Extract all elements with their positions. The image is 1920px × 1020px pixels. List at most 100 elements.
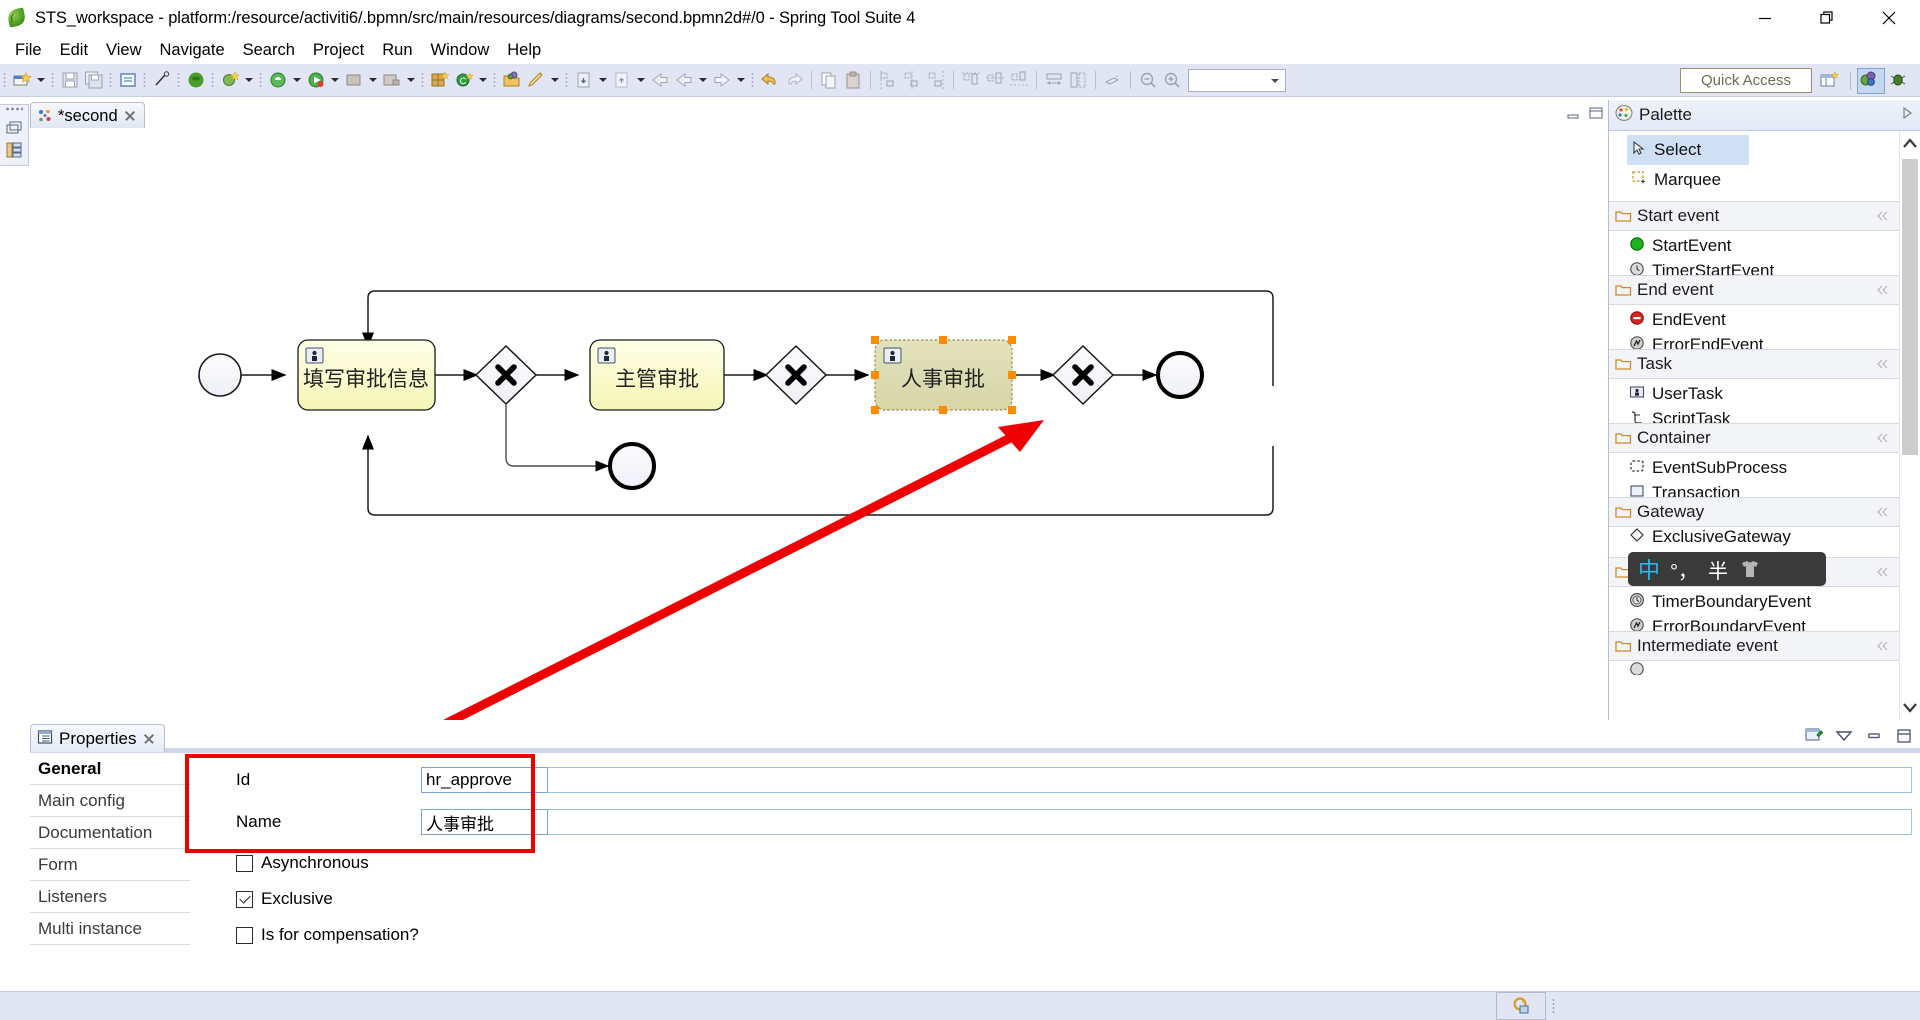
task-supervisor-approval[interactable]: 主管审批	[589, 339, 725, 411]
pin-icon[interactable]	[1102, 69, 1124, 91]
palette-item-endevent[interactable]: EndEvent	[1609, 305, 1900, 335]
zoom-in-icon[interactable]	[1161, 69, 1183, 91]
run-icon[interactable]	[305, 69, 327, 91]
view-menu-icon[interactable]	[1834, 726, 1854, 746]
asynchronous-checkbox[interactable]	[236, 854, 253, 872]
props-tab-form[interactable]: Form	[30, 849, 190, 881]
toolbar-grip-5[interactable]	[176, 71, 182, 89]
props-tab-listeners[interactable]: Listeners	[30, 881, 190, 913]
toolbar-grip-3[interactable]	[108, 71, 114, 89]
edit-dropdown-arrow[interactable]	[548, 69, 562, 91]
perspective-grip[interactable]	[1809, 72, 1815, 90]
link-icon[interactable]	[151, 69, 173, 91]
drawer-pin-icon-3[interactable]	[1876, 357, 1892, 371]
align-left-icon[interactable]	[877, 69, 899, 91]
palette-item-errorboundaryevent[interactable]: ErrorBoundaryEvent	[1609, 617, 1900, 631]
palette-tool-select[interactable]: Select	[1627, 135, 1749, 165]
palette-item-usertask[interactable]: UserTask	[1609, 379, 1900, 409]
toolbar-grip-8[interactable]	[420, 71, 426, 89]
sequence-flow-gw1-to-reject-end[interactable]	[505, 405, 610, 472]
start-event[interactable]	[198, 353, 242, 397]
drawer-pin-icon-4[interactable]	[1876, 431, 1892, 445]
toolbar-grip-9[interactable]	[492, 71, 498, 89]
forward-icon[interactable]	[711, 69, 733, 91]
name-field[interactable]: 人事审批	[421, 809, 548, 835]
toolbar-grip-2[interactable]	[50, 71, 56, 89]
match-width-icon[interactable]	[1043, 69, 1065, 91]
external-tools-icon[interactable]	[381, 69, 403, 91]
toolbar-grip-7[interactable]	[258, 71, 264, 89]
palette-item-intermediate-partial[interactable]	[1609, 661, 1900, 675]
coverage-dropdown-arrow[interactable]	[366, 69, 380, 91]
id-field-extension[interactable]	[548, 767, 1912, 793]
new-dropdown-arrow[interactable]	[34, 69, 48, 91]
back-dropdown-arrow[interactable]	[696, 69, 710, 91]
palette-drawer-gateway[interactable]: Gateway	[1609, 497, 1900, 527]
palette-drawer-intermediate-event[interactable]: Intermediate event	[1609, 631, 1900, 661]
palette-item-timerboundaryevent[interactable]: TimerBoundaryEvent	[1609, 587, 1900, 617]
boot-dashboard-icon[interactable]	[185, 69, 207, 91]
drawer-pin-icon-5[interactable]	[1876, 505, 1892, 519]
gateway-3[interactable]	[1051, 344, 1115, 406]
close-properties-icon[interactable]	[142, 732, 156, 746]
editor-tab-second[interactable]: *second	[30, 102, 145, 129]
palette-tool-marquee[interactable]: Marquee	[1609, 165, 1900, 195]
palette-scrollbar-thumb[interactable]	[1902, 159, 1918, 455]
ime-status-bar[interactable]: 中 °， 半	[1628, 552, 1826, 586]
palette-drawer-start-event[interactable]: Start event	[1609, 201, 1900, 231]
palette-scrollbar[interactable]	[1899, 131, 1920, 720]
palette-drawer-task[interactable]: Task	[1609, 349, 1900, 379]
props-tab-general[interactable]: General	[30, 753, 190, 785]
toolbar-grip-6[interactable]	[210, 71, 216, 89]
menu-help[interactable]: Help	[498, 40, 550, 61]
task-fill-approval-info[interactable]: 填写审批信息	[297, 339, 436, 411]
palette-item-timerstartevent[interactable]: TimerStartEvent	[1609, 261, 1900, 275]
end-event-main[interactable]	[1156, 351, 1204, 399]
run-dropdown-arrow[interactable]	[328, 69, 342, 91]
palette-drawer-end-event[interactable]: End event	[1609, 275, 1900, 305]
maximize-editor-icon[interactable]	[1588, 106, 1604, 120]
new-class-icon[interactable]: C	[453, 69, 475, 91]
redo-icon[interactable]	[783, 69, 805, 91]
external-tools-dropdown-arrow[interactable]	[404, 69, 418, 91]
new-class-dropdown-arrow[interactable]	[476, 69, 490, 91]
previous-annotation-dropdown-arrow[interactable]	[634, 69, 648, 91]
palette-item-eventsubprocess[interactable]: EventSubProcess	[1609, 453, 1900, 483]
next-annotation-dropdown-arrow[interactable]	[596, 69, 610, 91]
palette-item-startevent[interactable]: StartEvent	[1609, 231, 1900, 261]
palette-item-scripttask[interactable]: ScriptTask	[1609, 409, 1900, 423]
next-annotation-icon[interactable]	[573, 69, 595, 91]
close-tab-icon[interactable]	[123, 109, 137, 123]
fast-view-grip[interactable]	[5, 107, 23, 116]
minimize-view-icon[interactable]	[1864, 726, 1884, 746]
save-icon[interactable]	[59, 69, 81, 91]
menu-file[interactable]: File	[6, 40, 51, 61]
maximize-view-icon[interactable]	[1894, 726, 1914, 746]
align-right-icon[interactable]	[925, 69, 947, 91]
open-type-icon[interactable]	[501, 69, 523, 91]
task-hr-approval[interactable]: 人事审批	[871, 336, 1016, 414]
menu-window[interactable]: Window	[422, 40, 499, 61]
menu-project[interactable]: Project	[304, 40, 373, 61]
palette-item-errorendevent[interactable]: ErrorEndEvent	[1609, 335, 1900, 349]
zoom-level-combo[interactable]	[1188, 68, 1286, 92]
gateway-1[interactable]	[474, 344, 538, 406]
new-spring-starter-icon[interactable]	[219, 69, 241, 91]
sequence-flow-loop-bottom[interactable]	[362, 434, 1274, 516]
perspective-spring-button[interactable]	[1857, 68, 1885, 94]
menu-view[interactable]: View	[97, 40, 150, 61]
forward-dropdown-arrow[interactable]	[734, 69, 748, 91]
restore-view-icon[interactable]	[4, 118, 24, 138]
perspective-debug-button[interactable]	[1887, 69, 1913, 93]
minimize-editor-icon[interactable]	[1565, 106, 1581, 120]
ime-mode-indicator[interactable]: 中	[1638, 553, 1660, 585]
shirt-icon[interactable]	[1738, 559, 1762, 579]
id-field[interactable]: hr_approve	[421, 767, 548, 793]
copy-icon[interactable]	[818, 69, 840, 91]
edit-icon[interactable]	[525, 69, 547, 91]
status-bar-grip[interactable]	[1552, 998, 1558, 1014]
open-perspective-button[interactable]	[1818, 69, 1844, 93]
align-bottom-icon[interactable]	[1008, 69, 1030, 91]
toolbar-grip-11[interactable]	[750, 71, 756, 89]
ime-halfwidth-indicator[interactable]: 半	[1708, 555, 1728, 584]
